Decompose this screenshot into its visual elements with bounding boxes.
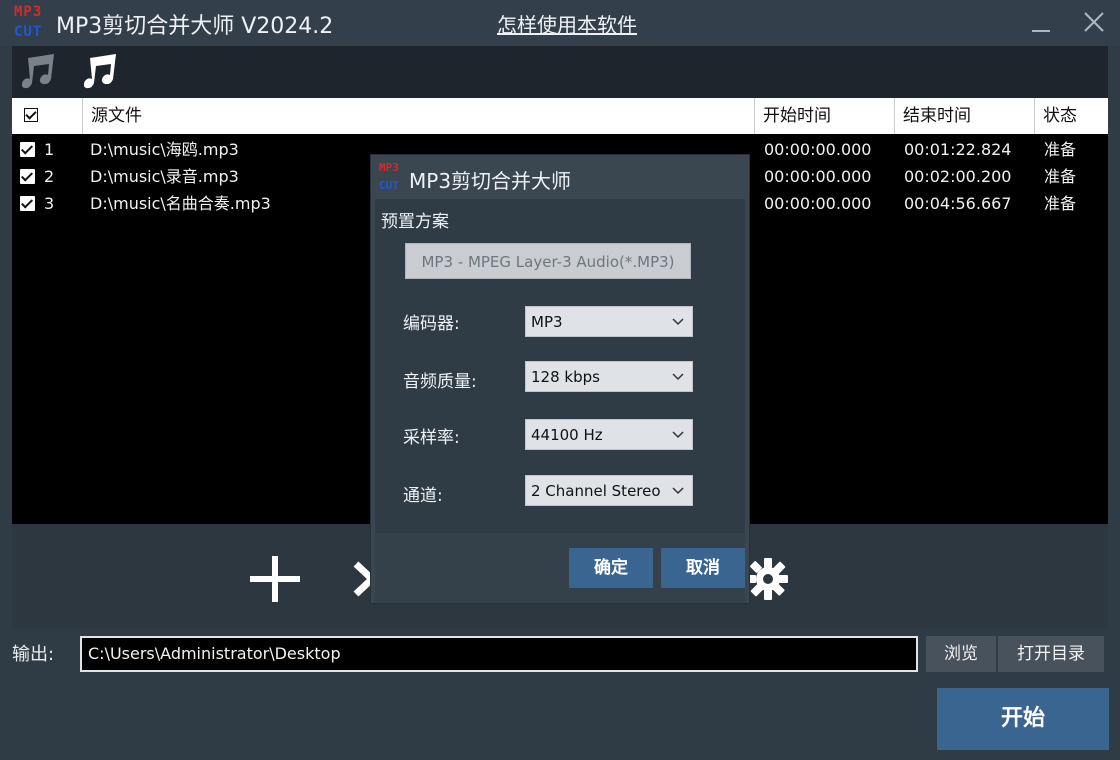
logo-mp3-text: MP3 [14,4,43,20]
gear-icon [746,558,788,600]
encoder-select[interactable]: MP3 [525,306,693,337]
select-all-checkbox[interactable] [24,108,38,122]
quality-value: 128 kbps [531,368,600,386]
settings-button[interactable] [744,556,790,602]
samplerate-select[interactable]: 44100 Hz [525,419,693,450]
chevron-down-icon [672,487,684,495]
column-header-source[interactable]: 源文件 [82,98,754,134]
logo-cut-text: CUT [14,24,43,40]
chevron-down-icon [672,373,684,381]
preset-label: 预置方案 [381,212,449,232]
preset-select[interactable]: MP3 - MPEG Layer-3 Audio(*.MP3) [405,243,691,279]
app-logo: MP3 CUT [14,2,54,44]
row-end-time: 00:02:00.200 [904,167,1012,186]
quality-label: 音频质量: [403,372,477,392]
minimize-icon [1032,30,1050,32]
toolbar [12,46,1108,98]
samplerate-label: 采样率: [403,428,460,448]
row-status: 准备 [1044,140,1077,159]
column-header-end-time[interactable]: 结束时间 [894,98,1034,134]
minimize-button[interactable] [1030,10,1054,36]
row-end-time: 00:04:56.667 [904,194,1012,213]
start-button[interactable]: 开始 [937,688,1109,750]
browse-button[interactable]: 浏览 [926,636,996,672]
row-checkbox[interactable] [20,169,35,184]
plus-icon-stem [272,556,278,602]
chevron-down-icon [672,431,684,439]
ok-button[interactable]: 确定 [569,548,653,588]
row-status: 准备 [1044,167,1077,186]
channel-value: 2 Channel Stereo [531,482,661,500]
output-label: 输出: [12,644,55,665]
row-file: D:\music\海鸥.mp3 [90,140,239,159]
output-path-input[interactable]: C:\Users\Administrator\Desktop [80,636,918,672]
dialog-title: MP3剪切合并大师 [409,169,572,193]
row-start-time: 00:00:00.000 [764,194,872,213]
column-header-status[interactable]: 状态 [1034,98,1108,134]
row-file: D:\music\录音.mp3 [90,167,239,186]
channel-label: 通道: [403,486,443,506]
help-link[interactable]: 怎样使用本软件 [497,9,637,38]
column-header-start-time[interactable]: 开始时间 [754,98,894,134]
music-note-icon[interactable] [21,52,58,90]
close-icon [1084,12,1104,32]
row-index: 1 [44,140,55,159]
row-checkbox[interactable] [20,196,35,211]
quality-select[interactable]: 128 kbps [525,361,693,392]
chevron-down-icon [672,318,684,326]
app-title: MP3剪切合并大师 V2024.2 [56,14,334,39]
dialog-logo: MP3 CUT [379,159,413,195]
row-file: D:\music\名曲合奏.mp3 [90,194,271,213]
dialog-logo-mp3-text: MP3 [379,161,399,174]
close-button[interactable] [1080,8,1108,36]
settings-dialog: MP3 CUT MP3剪切合并大师 预置方案 MP3 - MPEG Layer-… [371,155,749,603]
row-index: 3 [44,194,55,213]
add-file-button[interactable] [250,556,300,602]
cancel-button[interactable]: 取消 [661,548,745,588]
encoder-label: 编码器: [403,314,460,334]
channel-select[interactable]: 2 Channel Stereo [525,475,693,506]
file-table-header: 源文件 开始时间 结束时间 状态 [12,98,1108,134]
row-start-time: 00:00:00.000 [764,167,872,186]
row-checkbox[interactable] [20,142,35,157]
open-directory-button[interactable]: 打开目录 [998,636,1104,672]
samplerate-value: 44100 Hz [531,426,603,444]
music-note-icon[interactable] [83,52,120,90]
row-end-time: 00:01:22.824 [904,140,1012,159]
row-index: 2 [44,167,55,186]
row-status: 准备 [1044,194,1077,213]
encoder-value: MP3 [531,313,563,331]
dialog-logo-cut-text: CUT [379,179,399,192]
row-start-time: 00:00:00.000 [764,140,872,159]
